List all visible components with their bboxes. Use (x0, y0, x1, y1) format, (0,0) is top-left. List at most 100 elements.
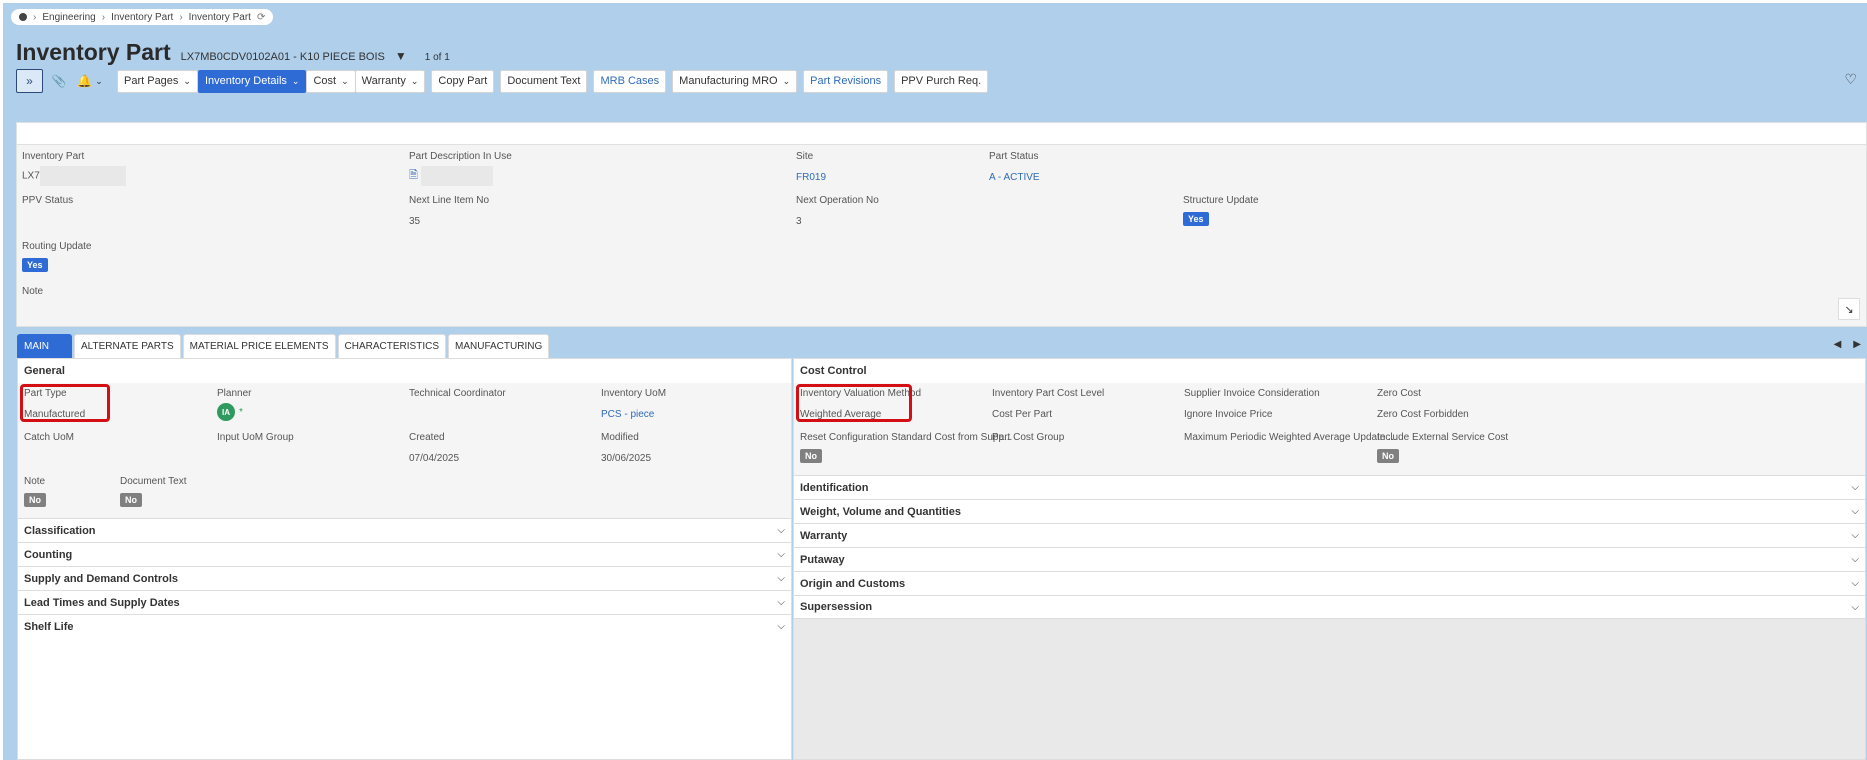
document-text-badge: No (120, 493, 142, 507)
command-toolbar: » 📎 🔔 ⌄ Part Pages ⌄ Inventory Details ⌄ Co… (16, 69, 989, 93)
document-text-button[interactable]: Document Text (500, 69, 588, 93)
chevron-down-icon: ⌄ (410, 75, 419, 86)
field-value: 30/06/2025 (601, 453, 652, 464)
chevron-down-icon: ⌵ (1851, 506, 1859, 517)
field-label: Reset Configuration Standard Cost from S… (800, 432, 1013, 443)
refresh-icon[interactable]: ⟳ (257, 12, 265, 23)
field-label: Site (796, 151, 814, 162)
ppv-purch-req-label: PPV Purch Req. (901, 75, 982, 87)
accordion-title: Counting (24, 548, 73, 561)
mrb-cases-label: MRB Cases (600, 75, 660, 87)
expand-navigator-button[interactable]: » (16, 69, 43, 93)
tab-characteristics[interactable]: CHARACTERISTICS (337, 334, 446, 358)
document-icon[interactable]: 🗎 (409, 170, 418, 182)
breadcrumb-item[interactable]: Inventory Part (111, 12, 173, 23)
tab-scroll-controls: ◀ ▶ (1834, 339, 1861, 350)
accordion-warranty[interactable]: Warranty ⌵ (794, 523, 1865, 547)
field-note: Note (22, 286, 43, 297)
record-count: 1 of 1 (424, 52, 450, 63)
field-ppv-status: PPV Status (22, 195, 73, 206)
accordion-weight-volume[interactable]: Weight, Volume and Quantities ⌵ (794, 499, 1865, 523)
tab-manufacturing[interactable]: MANUFACTURING (448, 334, 550, 358)
copy-part-button[interactable]: Copy Part (431, 69, 495, 93)
highlight-box (796, 384, 912, 422)
field-value: 07/04/2025 (409, 453, 460, 464)
field-cost-level: Inventory Part Cost Level Cost Per Part (992, 388, 1104, 420)
mrb-cases-button[interactable]: MRB Cases (593, 69, 667, 93)
field-label: Catch UoM (24, 432, 75, 443)
breadcrumb-item[interactable]: Engineering (42, 12, 95, 23)
inventory-details-button[interactable]: Inventory Details ⌄ (197, 69, 307, 93)
accordion-supersession[interactable]: Supersession ⌵ (794, 595, 1865, 619)
cost-control-panel: Cost Control Inventory Valuation Method … (793, 358, 1866, 760)
site-link[interactable]: FR019 (796, 172, 826, 183)
field-value: LX7 (22, 166, 126, 186)
favorite-icon[interactable]: ♡ (1844, 71, 1857, 88)
accordion-identification[interactable]: Identification ⌵ (794, 475, 1865, 499)
field-label: Note (22, 286, 44, 297)
field-structure-update: Structure Update Yes (1183, 195, 1259, 226)
accordion-title: Origin and Customs (800, 577, 906, 590)
redacted-block (39, 166, 126, 186)
planner-value[interactable]: IA * (217, 403, 251, 421)
manufacturing-mro-button[interactable]: Manufacturing MRO ⌄ (672, 69, 798, 93)
field-input-uom-group: Input UoM Group (217, 432, 294, 443)
field-label: Maximum Periodic Weighted Average Update… (1184, 432, 1397, 443)
accordion-origin-customs[interactable]: Origin and Customs ⌵ (794, 571, 1865, 595)
field-label: Technical Coordinator (409, 388, 506, 399)
planner-mark: * (239, 406, 243, 418)
accordion-putaway[interactable]: Putaway ⌵ (794, 547, 1865, 571)
field-label: Inventory Part (22, 151, 85, 162)
field-part-cost-group: Part Cost Group (992, 432, 1064, 443)
field-next-operation: Next Operation No 3 (796, 195, 879, 227)
field-value: 35 (409, 216, 421, 227)
field-modified: Modified 30/06/2025 (601, 432, 651, 464)
bell-icon[interactable]: 🔔 ⌄ (75, 69, 105, 93)
accordion-title: Supersession (800, 601, 873, 613)
expand-header-button[interactable]: ↘ (1838, 298, 1860, 320)
warranty-label: Warranty (361, 75, 406, 87)
part-pages-button[interactable]: Part Pages ⌄ (117, 69, 198, 93)
redacted-block (420, 166, 493, 186)
ppv-purch-req-button[interactable]: PPV Purch Req. (894, 69, 989, 93)
accordion-classification[interactable]: Classification ⌵ (18, 518, 791, 542)
chevron-right-icon: › (33, 11, 37, 23)
cost-control-header: Cost Control (794, 359, 1865, 383)
accordion-shelf-life[interactable]: Shelf Life ⌵ (18, 614, 791, 638)
accordion-counting[interactable]: Counting ⌵ (18, 542, 791, 566)
cost-button[interactable]: Cost ⌄ (306, 69, 355, 93)
record-selector[interactable]: LX7MB0CDV0102A01 - K10 PIECE BOIS (181, 51, 385, 63)
part-status-link[interactable]: A - ACTIVE (989, 172, 1040, 183)
chevron-down-icon: ⌄ (782, 75, 791, 86)
field-label: Zero Cost (1377, 388, 1421, 399)
field-catch-uom: Catch UoM (24, 432, 74, 443)
inventory-part-value: LX7 (22, 170, 40, 182)
field-label: Part Description In Use (409, 151, 512, 162)
field-max-periodic: Maximum Periodic Weighted Average Update… (1184, 432, 1397, 443)
part-revisions-button[interactable]: Part Revisions (803, 69, 889, 93)
field-inventory-uom: Inventory UoM PCS - piece (601, 388, 666, 420)
triangle-left-icon[interactable]: ◀ (1834, 339, 1842, 350)
accordion-lead-times[interactable]: Lead Times and Supply Dates ⌵ (18, 590, 791, 614)
inventory-uom-link[interactable]: PCS - piece (601, 409, 666, 420)
field-supplier-invoice: Supplier Invoice Consideration Ignore In… (1184, 388, 1320, 420)
inventory-details-label: Inventory Details (204, 75, 287, 87)
field-label: Next Line Item No (409, 195, 490, 206)
triangle-right-icon[interactable]: ▶ (1853, 339, 1861, 350)
chevron-down-icon: ⌵ (777, 549, 785, 560)
tab-alternate-parts[interactable]: ALTERNATE PARTS (74, 334, 181, 358)
reset-config-badge: No (800, 449, 822, 463)
field-value: Ignore Invoice Price (1184, 409, 1273, 420)
caret-down-icon[interactable]: ▼ (395, 49, 407, 63)
highlight-box (20, 384, 110, 422)
home-icon[interactable] (19, 13, 27, 21)
chevron-down-icon: ⌵ (1851, 554, 1859, 565)
tab-main[interactable]: MAIN (17, 334, 72, 358)
warranty-button[interactable]: Warranty ⌄ (354, 69, 426, 93)
accordion-supply-demand[interactable]: Supply and Demand Controls ⌵ (18, 566, 791, 590)
attachment-icon[interactable]: 📎 (47, 69, 71, 93)
note-badge: No (24, 493, 46, 507)
tab-material-price-elements[interactable]: MATERIAL PRICE ELEMENTS (182, 334, 336, 358)
title-row: Inventory Part LX7MB0CDV0102A01 - K10 PI… (16, 39, 450, 66)
field-site: Site FR019 (796, 151, 826, 183)
